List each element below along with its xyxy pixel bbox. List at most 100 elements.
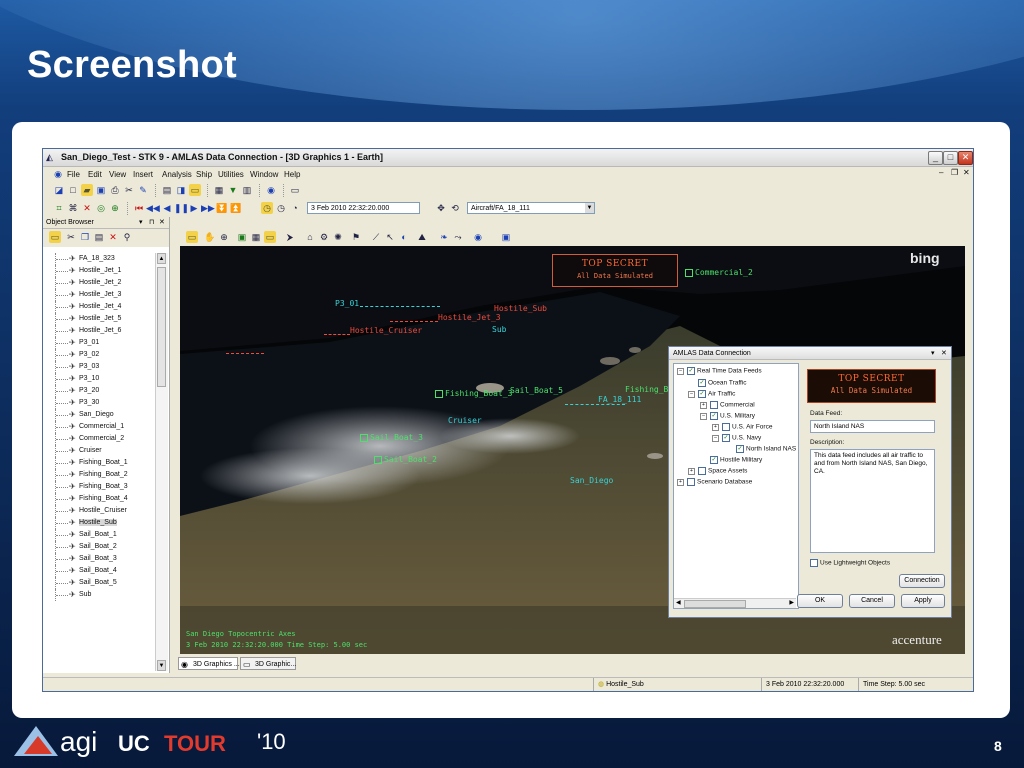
menu-ship[interactable]: Ship xyxy=(196,170,212,179)
tree-item-hostile-jet-6[interactable]: ✈ Hostile_Jet_6 xyxy=(51,325,155,337)
tree-item-fishing-boat-4[interactable]: ✈ Fishing_Boat_4 xyxy=(51,493,155,505)
save-icon[interactable]: ▣ xyxy=(95,184,107,196)
scroll-down-icon[interactable]: ▼ xyxy=(157,660,166,671)
window-icon[interactable]: ▦ xyxy=(213,184,225,196)
globe-options-icon[interactable]: ✺ xyxy=(332,231,344,243)
menu-edit[interactable]: Edit xyxy=(88,170,102,179)
close-button[interactable]: ✕ xyxy=(958,151,973,165)
tree-item-p3-02[interactable]: ✈ P3_02 xyxy=(51,349,155,361)
reset-animation-icon[interactable]: ⏮ xyxy=(133,202,145,214)
menu-insert[interactable]: Insert xyxy=(133,170,153,179)
tree-us-air-force[interactable]: + U.S. Air Force xyxy=(712,423,772,431)
description-field[interactable]: This data feed includes all air traffic … xyxy=(810,449,935,553)
map-view-icon[interactable]: ▭ xyxy=(289,184,301,196)
slower-icon[interactable]: ⏬ xyxy=(216,202,228,214)
label-san-diego[interactable]: San_Diego xyxy=(570,476,613,485)
lightweight-option[interactable]: Use Lightweight Objects xyxy=(810,559,890,567)
tree-item-hostile-jet-5[interactable]: ✈ Hostile_Jet_5 xyxy=(51,313,155,325)
tree-item-hostile-jet-4[interactable]: ✈ Hostile_Jet_4 xyxy=(51,301,155,313)
expand-icon[interactable]: + xyxy=(688,467,695,475)
tree-real-time-data-feeds[interactable]: – ✓ Real Time Data Feeds xyxy=(677,367,762,375)
open-folder-icon[interactable]: ▰ xyxy=(81,184,93,196)
vector-icon[interactable]: ⤳ xyxy=(452,231,464,243)
orbit-view-icon[interactable]: ⚙ xyxy=(318,231,330,243)
step-back-icon[interactable]: ◀◀ xyxy=(146,202,160,214)
scroll-thumb[interactable] xyxy=(684,600,746,608)
hand-icon[interactable]: ✋ xyxy=(204,231,216,243)
cut-icon[interactable]: ✂ xyxy=(65,231,77,243)
cut-icon[interactable]: ✂ xyxy=(123,184,135,196)
label-p3-01[interactable]: P3_01 xyxy=(335,299,359,308)
faster-icon[interactable]: ⏫ xyxy=(230,202,242,214)
dialog-menu-icon[interactable]: ▾ xyxy=(931,347,935,360)
clock-icon[interactable]: ◷ xyxy=(275,202,287,214)
scroll-right-icon[interactable]: ▶ xyxy=(789,599,794,606)
snapshot-icon[interactable]: ▣ xyxy=(236,231,248,243)
measure-icon[interactable]: ⟋ xyxy=(370,231,382,243)
checkbox-checked[interactable]: ✓ xyxy=(710,412,718,420)
checkbox-unchecked[interactable] xyxy=(722,423,730,431)
maximize-button[interactable]: □ xyxy=(943,151,958,165)
realtime-icon[interactable]: ◷ xyxy=(261,202,273,214)
zoom-in-icon[interactable]: ⊕ xyxy=(218,231,230,243)
panel-close-icon[interactable]: ✕ xyxy=(159,217,165,229)
tree-item-fishing-boat-2[interactable]: ✈ Fishing_Boat_2 xyxy=(51,469,155,481)
checkbox-checked[interactable]: ✓ xyxy=(722,434,730,442)
connection-button[interactable]: Connection xyxy=(899,574,945,588)
tree-us-navy[interactable]: – ✓ U.S. Navy xyxy=(712,434,761,442)
copy-icon[interactable]: ❐ xyxy=(79,231,91,243)
tree-north-island-nas[interactable]: ✓ North Island NAS xyxy=(736,445,796,453)
tree-space-assets[interactable]: + Space Assets xyxy=(688,467,747,475)
play-icon[interactable]: ▶ xyxy=(188,202,200,214)
pin-icon[interactable]: ⊓ xyxy=(149,217,154,229)
tree-item-sail-boat-4[interactable]: ✈ Sail_Boat_4 xyxy=(51,565,155,577)
tree-item-fishing-boat-3[interactable]: ✈ Fishing_Boat_3 xyxy=(51,481,155,493)
menu-view[interactable]: View xyxy=(109,170,126,179)
orbit-icon[interactable]: ⟲ xyxy=(449,202,461,214)
new-scenario-icon[interactable]: ◪ xyxy=(53,184,65,196)
tree-item-fishing-boat-1[interactable]: ✈ Fishing_Boat_1 xyxy=(51,457,155,469)
object-selector[interactable]: Aircraft/FA_18_111 ▼ xyxy=(467,202,595,214)
tree-commercial[interactable]: + Commercial xyxy=(700,401,755,409)
tree-item-sail-boat-3[interactable]: ✈ Sail_Boat_3 xyxy=(51,553,155,565)
expand-icon[interactable]: + xyxy=(700,401,707,409)
mdi-minimize-button[interactable]: – xyxy=(939,168,943,177)
tree-item-hostile-sub[interactable]: ✈ Hostile_Sub xyxy=(51,517,155,529)
menu-utilities[interactable]: Utilities xyxy=(218,170,244,179)
target-icon[interactable]: ◎ xyxy=(95,202,107,214)
checkbox-unchecked[interactable] xyxy=(698,467,706,475)
clock-options-icon[interactable]: ◔ xyxy=(289,202,301,214)
collapse-icon[interactable]: – xyxy=(677,367,684,375)
checkbox-checked[interactable]: ✓ xyxy=(710,456,718,464)
checkbox-unchecked[interactable] xyxy=(710,401,718,409)
collapse-icon[interactable]: – xyxy=(688,390,695,398)
overlay-icon[interactable]: ▭ xyxy=(264,231,276,243)
new-icon[interactable]: □ xyxy=(67,184,79,196)
tree-item-cruiser[interactable]: ✈ Cruiser xyxy=(51,445,155,457)
tree-item-commercial-2[interactable]: ✈ Commercial_2 xyxy=(51,433,155,445)
tree-ocean-traffic[interactable]: ✓ Ocean Traffic xyxy=(698,379,747,387)
tree-item-sub[interactable]: ✈ Sub xyxy=(51,589,155,601)
globe-manager-icon[interactable]: ◉ xyxy=(472,231,484,243)
tree-item-commercial-1[interactable]: ✈ Commercial_1 xyxy=(51,421,155,433)
expand-icon[interactable]: + xyxy=(677,478,684,486)
link-icon[interactable]: ⌘ xyxy=(67,202,79,214)
animation-time-field[interactable]: 3 Feb 2010 22:32:20.000 xyxy=(307,202,420,214)
collapse-icon[interactable]: – xyxy=(712,434,719,442)
tree-us-military[interactable]: – ✓ U.S. Military xyxy=(700,412,755,420)
tree-hscrollbar[interactable]: ◀ ▶ xyxy=(674,598,796,608)
object-browser-scrollbar[interactable]: ▲ ▼ xyxy=(155,253,168,671)
ok-button[interactable]: OK xyxy=(797,594,843,608)
paste-icon[interactable]: ▤ xyxy=(93,231,105,243)
find-icon[interactable]: ⚲ xyxy=(121,231,133,243)
camera-icon[interactable]: ⚑ xyxy=(350,231,362,243)
label-sub[interactable]: Sub xyxy=(492,325,506,334)
apply-button[interactable]: Apply xyxy=(901,594,945,608)
scroll-up-icon[interactable]: ▲ xyxy=(157,253,166,264)
new-object-icon[interactable]: ▭ xyxy=(49,231,61,243)
label-sail-boat-3[interactable]: Sail_Boat_3 xyxy=(360,433,423,442)
label-cruiser[interactable]: Cruiser xyxy=(448,416,482,425)
checkbox-checked[interactable]: ✓ xyxy=(698,390,706,398)
insert-object-icon[interactable]: ⌗ xyxy=(53,202,65,214)
tree-item-sail-boat-1[interactable]: ✈ Sail_Boat_1 xyxy=(51,529,155,541)
